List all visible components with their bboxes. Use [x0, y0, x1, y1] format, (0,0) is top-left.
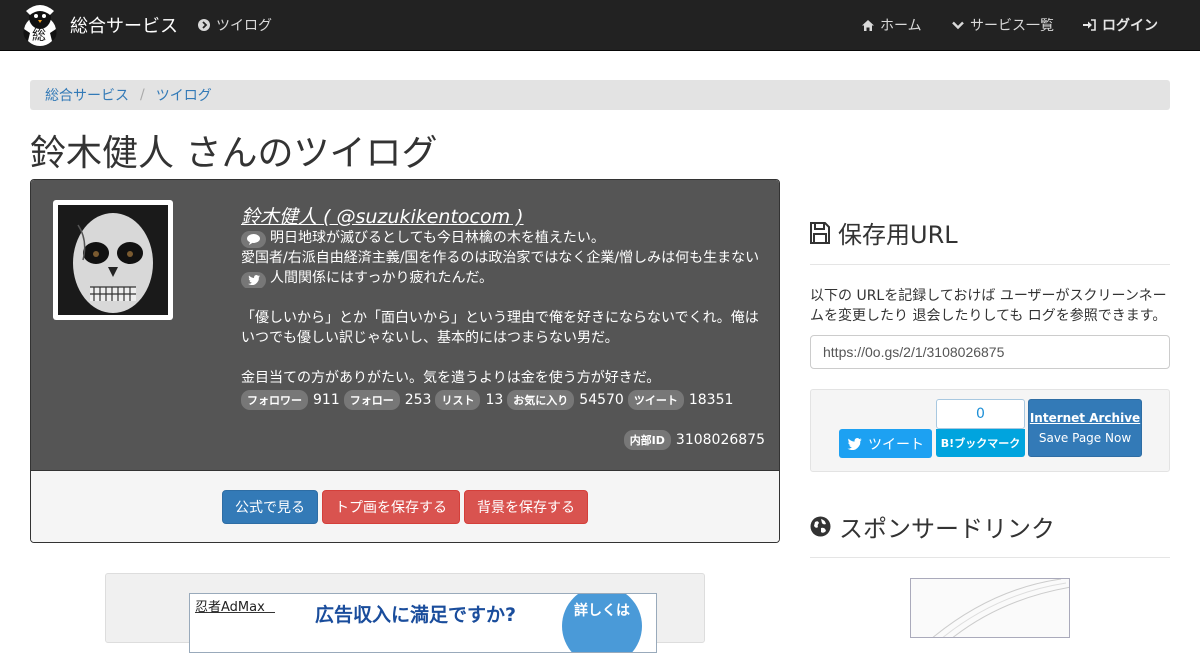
save-url-input[interactable]	[810, 335, 1170, 369]
save-icon-button[interactable]: トプ画を保存する	[322, 490, 460, 524]
tweet-label: ツイート	[868, 436, 924, 453]
bio-line-4: 「優しいから」とか「面白いから」という理由で俺を好きにならないでくれ。俺はいつで…	[241, 310, 759, 346]
bio-line-1: 明日地球が滅びるとしても今日林檎の木を植えたい。	[270, 230, 605, 246]
bio-line-2: 愛国者/右派自由経済主義/国を作るのは政治家ではなく企業/憎しみは何も生まない	[241, 250, 760, 266]
save-url-title: 保存用URL	[838, 221, 958, 249]
tweets-count: 18351	[688, 392, 734, 408]
sidebar-ad[interactable]	[910, 578, 1070, 638]
favorites-count: 54570	[579, 392, 624, 408]
comment-icon	[241, 231, 266, 248]
sign-in-icon	[1083, 19, 1096, 31]
ad-brand-underline	[195, 612, 275, 613]
view-official-button[interactable]: 公式で見る	[222, 490, 318, 524]
page-title: 鈴木健人 さんのツイログ	[30, 133, 438, 174]
save-url-description: 以下の URLを記録しておけば ユーザーがスクリーンネームを変更したり 退会した…	[810, 288, 1167, 324]
following-label: フォロー	[343, 390, 400, 410]
tweets-label: ツイート	[627, 390, 684, 410]
ad-copy: 広告収入に満足ですか?	[315, 604, 517, 626]
nav-login-label: ログイン	[1102, 18, 1158, 34]
bio-row-1: 明日地球が滅びるとしても今日林檎の木を植えたい。	[241, 228, 769, 248]
internet-archive-title: Internet Archive	[1029, 411, 1141, 425]
internal-id: 内部ID 3108026875	[623, 430, 765, 450]
nav-home-label: ホーム	[880, 18, 922, 34]
twitter-bird-icon	[241, 271, 266, 288]
ad-details-badge: 詳しくは	[562, 594, 642, 652]
brand-text: 総合サービス	[70, 16, 178, 37]
followers-label: フォロワー	[241, 390, 308, 410]
bio-line-3: 人間関係にはすっかり疲れたんだ。	[270, 270, 494, 286]
nav-twilog-label: ツイログ	[216, 18, 272, 34]
bio-row-3: 人間関係にはすっかり疲れたんだ。	[241, 268, 769, 288]
internet-archive-button[interactable]: Internet Archive Save Page Now	[1028, 399, 1142, 457]
breadcrumb-separator: /	[140, 87, 145, 103]
nav-services-label: サービス一覧	[970, 18, 1054, 34]
lists-label: リスト	[435, 390, 481, 410]
profile-header: 鈴木健人 ( @suzukikentocom ) 明日地球が滅びるとしても今日林…	[31, 180, 779, 470]
navbar: 総 総合サービス ツイログ ホーム サービス一覧 ログイン	[0, 0, 1200, 51]
profile-name-link[interactable]: 鈴木健人 ( @suzukikentocom )	[241, 202, 524, 229]
divider	[810, 557, 1170, 558]
profile-panel: 鈴木健人 ( @suzukikentocom ) 明日地球が滅びるとしても今日林…	[30, 179, 780, 543]
ad-banner[interactable]: 忍者AdMax 広告収入に満足ですか? 詳しくは	[189, 593, 657, 653]
home-icon	[862, 19, 874, 31]
internal-id-value: 3108026875	[675, 432, 765, 448]
twitter-bird-icon	[847, 437, 862, 450]
hatena-bookmark-count: 0	[936, 399, 1025, 429]
save-url-heading: 保存用URL	[810, 215, 958, 250]
sponsored-title: スポンサードリンク	[839, 515, 1055, 543]
breadcrumb-home[interactable]: 総合サービス	[45, 85, 129, 105]
lists-count: 13	[485, 392, 504, 408]
followers-count: 911	[313, 392, 340, 408]
logo-char: 総	[32, 28, 46, 44]
sponsored-heading: スポンサードリンク	[810, 509, 1055, 544]
avatar	[53, 200, 173, 320]
divider	[810, 264, 1170, 265]
chevron-circle-right-icon	[198, 19, 210, 31]
globe-icon	[810, 516, 831, 537]
breadcrumb: 総合サービス / ツイログ	[30, 80, 1170, 110]
penguin-logo-icon: 総	[20, 3, 60, 47]
chevron-down-icon	[952, 21, 964, 30]
breadcrumb-twilog[interactable]: ツイログ	[156, 85, 212, 105]
ad-container: 忍者AdMax 広告収入に満足ですか? 詳しくは	[105, 573, 705, 653]
profile-bio: 明日地球が滅びるとしても今日林檎の木を植えたい。 愛国者/右派自由経済主義/国を…	[241, 228, 769, 388]
nav-services[interactable]: サービス一覧	[952, 0, 1054, 50]
nav-twilog[interactable]: ツイログ	[198, 0, 272, 50]
tweet-button[interactable]: ツイート	[839, 429, 932, 458]
share-well: ツイート 0 B!ブックマーク Internet Archive Save Pa…	[810, 389, 1170, 472]
following-count: 253	[404, 392, 432, 408]
profile-actions: 公式で見る トプ画を保存する 背景を保存する	[31, 470, 779, 542]
nav-home[interactable]: ホーム	[862, 0, 922, 50]
favorites-label: お気に入り	[507, 390, 575, 410]
save-background-button[interactable]: 背景を保存する	[464, 490, 588, 524]
hatena-bookmark-button[interactable]: B!ブックマーク	[936, 429, 1025, 457]
bio-line-5: 金目当ての方がありがたい。気を遣うよりは金を使う方が好きだ。	[241, 370, 661, 386]
avatar-image	[58, 205, 168, 315]
save-page-now-label: Save Page Now	[1038, 431, 1132, 445]
nav-login[interactable]: ログイン	[1083, 0, 1158, 50]
profile-stats: フォロワー 911 フォロー 253 リスト 13 お気に入り 54570 ツイ…	[241, 390, 737, 410]
floppy-disk-icon	[810, 221, 830, 244]
brand-link[interactable]: 総 総合サービス	[20, 2, 178, 48]
internal-id-label: 内部ID	[623, 430, 671, 450]
